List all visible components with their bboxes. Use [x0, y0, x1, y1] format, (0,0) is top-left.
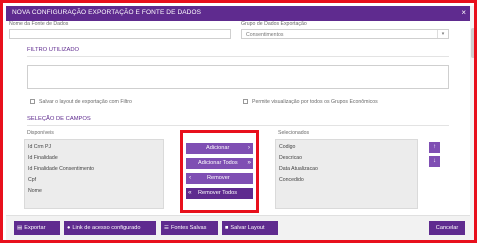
link-button[interactable]: ● Link de acesso configurado: [64, 221, 156, 235]
list-item[interactable]: Codigo: [279, 144, 295, 150]
selected-list[interactable]: Codigo Descricao Data Atualizacao Conced…: [275, 139, 418, 209]
scrollbar-thumb[interactable]: [471, 28, 474, 58]
list-item[interactable]: Id Finalidade: [28, 155, 58, 161]
dialog-title: NOVA CONFIGURAÇÃO EXPORTAÇÃO E FONTE DE …: [12, 9, 202, 16]
divider: [27, 56, 449, 57]
dialog-titlebar: NOVA CONFIGURAÇÃO EXPORTAÇÃO E FONTE DE …: [6, 6, 470, 21]
available-list[interactable]: Id Crm PJ Id Finalidade Id Finalidade Co…: [24, 139, 164, 209]
grupo-value: Consentimentos: [246, 32, 284, 38]
list-item[interactable]: Id Finalidade Consentimento: [28, 166, 94, 172]
cancel-button[interactable]: Cancelar: [429, 221, 465, 235]
grupo-select[interactable]: Consentimentos ▾: [241, 29, 449, 39]
grupo-label: Grupo de Dados Exportação: [241, 21, 307, 27]
arrow-up-icon[interactable]: ↑: [429, 142, 440, 153]
list-item[interactable]: Cpf: [28, 177, 36, 183]
chevron-down-icon: ▾: [437, 30, 448, 38]
document-icon: ▤: [17, 225, 23, 231]
fontes-button[interactable]: ☰ Fontes Salvas: [161, 221, 218, 235]
list-item[interactable]: Nome: [28, 188, 42, 194]
save-icon: ■: [225, 225, 229, 231]
cancel-label: Cancelar: [435, 225, 459, 231]
selecao-title: SELEÇÃO DE CAMPOS: [27, 116, 91, 122]
highlight-box: [180, 130, 259, 213]
close-icon[interactable]: ×: [461, 8, 466, 18]
fontes-label: Fontes Salvas: [171, 225, 207, 231]
salvar-layout-label: Salvar o layout de exportação com Filtro: [39, 99, 132, 105]
divider: [27, 125, 449, 126]
list-item[interactable]: Concedido: [279, 177, 304, 183]
dialog-frame: NOVA CONFIGURAÇÃO EXPORTAÇÃO E FONTE DE …: [0, 0, 477, 243]
permite-label: Permite visualização por todos os Grupos…: [252, 99, 378, 105]
filtro-title: FILTRO UTILIZADO: [27, 47, 80, 53]
salvar-layout-checkbox[interactable]: [30, 99, 35, 104]
permite-checkbox[interactable]: [243, 99, 248, 104]
available-label: Disponíveis: [27, 130, 54, 136]
list-item[interactable]: Data Atualizacao: [279, 166, 318, 172]
scrollbar[interactable]: [470, 6, 474, 240]
selected-label: Selecionados: [278, 130, 310, 136]
arrow-down-icon[interactable]: ↓: [429, 156, 440, 167]
globe-icon: ●: [67, 225, 71, 231]
salvar-layout-button[interactable]: ■ Salvar Layout: [222, 221, 278, 235]
list-item[interactable]: Id Crm PJ: [28, 144, 51, 150]
list-item[interactable]: Descricao: [279, 155, 302, 161]
list-icon: ☰: [164, 225, 170, 231]
exportar-label: Exportar: [24, 225, 46, 231]
nome-input[interactable]: [9, 29, 231, 39]
filtro-textarea[interactable]: [27, 65, 449, 89]
exportar-button[interactable]: ▤ Exportar: [14, 221, 60, 235]
nome-label: Nome da Fonte de Dados: [9, 21, 69, 27]
link-label: Link de acesso configurado: [72, 225, 141, 231]
salvar-layout-btn-label: Salvar Layout: [230, 225, 265, 231]
